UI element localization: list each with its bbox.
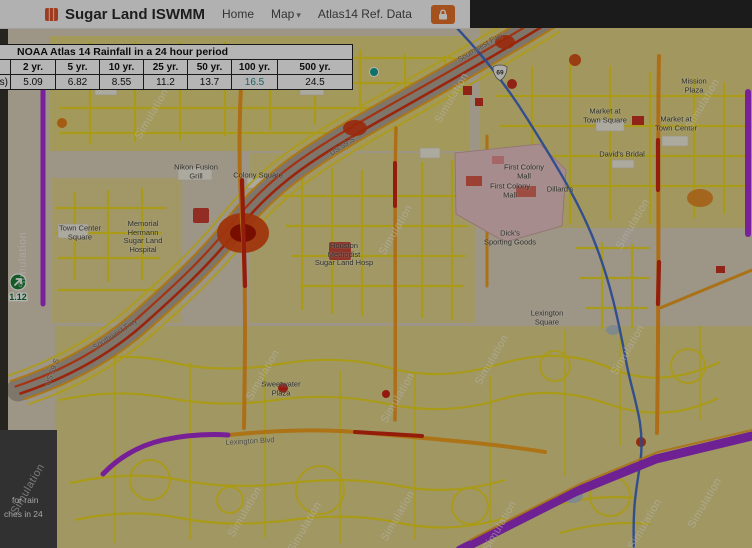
gauge-value: 1.12 (9, 292, 27, 302)
rainfall-value: 11.2 (144, 75, 188, 90)
col-header: 100 yr. (232, 60, 278, 75)
legend-panel: for rain ches in 24 (0, 430, 57, 548)
nav-home[interactable]: Home (222, 7, 254, 21)
nav-atlas14-ref-data[interactable]: Atlas14 Ref. Data (318, 7, 412, 21)
shield-number: 69 (496, 70, 504, 77)
rainfall-row-label: es) (0, 75, 11, 90)
app-logo-icon (45, 8, 58, 21)
map-svg: 69 1.12 (0, 28, 752, 548)
rainfall-value: 6.82 (56, 75, 100, 90)
rainfall-value: 13.7 (188, 75, 232, 90)
lock-icon (438, 9, 448, 20)
rainfall-value: 5.09 (11, 75, 56, 90)
gauge-marker-icon[interactable] (10, 274, 26, 290)
app-header: Sugar Land ISWMM Home Map▾ Atlas14 Ref. … (0, 0, 470, 29)
legend-text-line: ches in 24 (4, 508, 57, 521)
rainfall-row-label-header (0, 60, 11, 75)
map-canvas[interactable]: 69 1.12 (0, 28, 752, 548)
map-point-marker[interactable] (370, 68, 379, 77)
col-header: 10 yr. (100, 60, 144, 75)
rainfall-table-title: NOAA Atlas 14 Rainfall in a 24 hour peri… (0, 45, 353, 60)
caret-down-icon: ▾ (296, 10, 301, 20)
rainfall-value: 16.5 (232, 75, 278, 90)
rainfall-table: NOAA Atlas 14 Rainfall in a 24 hour peri… (0, 44, 353, 90)
legend-text-line: for rain (12, 494, 57, 507)
rainfall-value: 24.5 (278, 75, 353, 90)
col-header: 500 yr. (278, 60, 353, 75)
col-header: 2 yr. (11, 60, 56, 75)
col-header: 50 yr. (188, 60, 232, 75)
col-header: 25 yr. (144, 60, 188, 75)
rainfall-value: 8.55 (100, 75, 144, 90)
col-header: 5 yr. (56, 60, 100, 75)
lock-button[interactable] (431, 5, 455, 24)
nav-map[interactable]: Map▾ (271, 7, 301, 21)
app-window: 69 1.12 Town Center SquareNikon Fusion G… (0, 0, 752, 548)
app-title: Sugar Land ISWMM (65, 6, 205, 23)
header-dark-region (468, 0, 752, 28)
